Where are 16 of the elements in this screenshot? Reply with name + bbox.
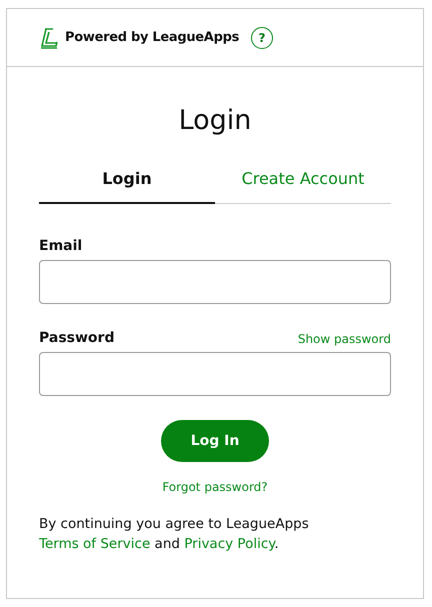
- forgot-password-link[interactable]: Forgot password?: [162, 480, 268, 494]
- password-field[interactable]: [39, 352, 391, 396]
- policy-link[interactable]: Terms of Service: [39, 536, 150, 552]
- page-title: Login: [178, 105, 252, 137]
- policy-link[interactable]: Privacy Policy: [184, 536, 274, 552]
- tab[interactable]: Login: [39, 169, 215, 204]
- field-label: Password: [39, 330, 114, 346]
- terms-text: By continuing you agree to LeagueApps Terms of Service and Privacy Policy.: [39, 515, 310, 554]
- show-password-link[interactable]: Show password: [298, 332, 391, 346]
- login-button[interactable]: Log In: [161, 420, 269, 462]
- help-button[interactable]: ?: [251, 26, 274, 48]
- email-field[interactable]: [39, 260, 391, 304]
- logo-icon: [39, 26, 59, 48]
- field-label: Email: [39, 238, 82, 254]
- tab[interactable]: Create Account: [215, 169, 391, 204]
- brand-text: Powered by LeagueApps: [65, 30, 240, 45]
